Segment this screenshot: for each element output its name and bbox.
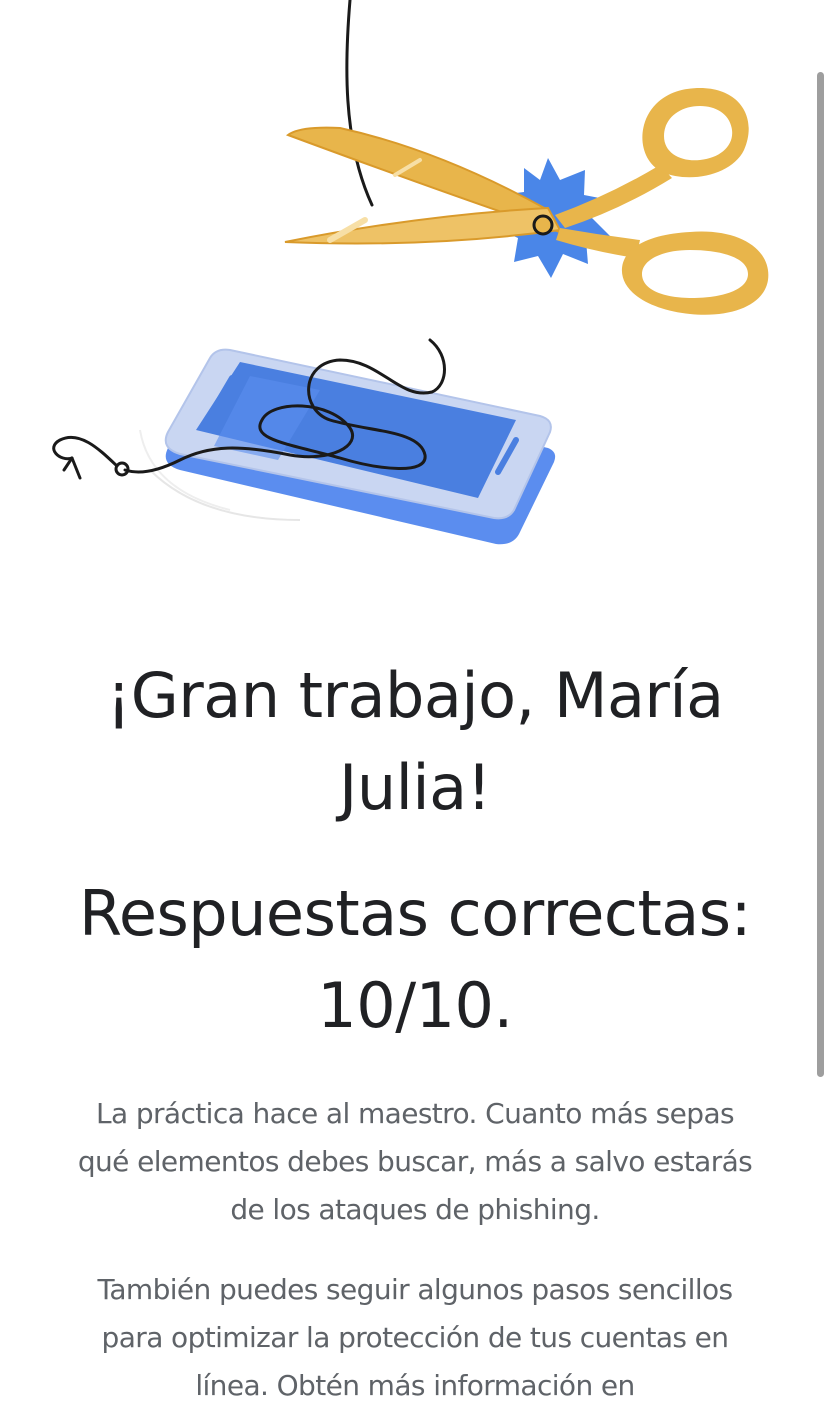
scissors-cutting-phishing-line-illustration (52, 0, 769, 545)
result-greeting-heading: ¡Gran trabajo, María Julia! (106, 659, 724, 824)
scissors-icon (284, 88, 769, 315)
score-heading: Respuestas correctas: 10/10. (79, 877, 751, 1042)
quiz-result-page: ¡Gran trabajo, María Julia! Respuestas c… (0, 0, 828, 1405)
practice-paragraph: La práctica hace al maestro. Cuanto más … (77, 1097, 753, 1226)
scrollbar[interactable] (817, 72, 824, 1077)
scissors-upper-ring (642, 88, 749, 178)
fishing-hook-icon (52, 435, 130, 480)
more-info-paragraph: También puedes seguir algunos pasos senc… (97, 1273, 733, 1402)
scissors-lower-ring (621, 231, 769, 315)
fishing-line (345, 0, 374, 207)
scissors-pivot (532, 214, 554, 236)
